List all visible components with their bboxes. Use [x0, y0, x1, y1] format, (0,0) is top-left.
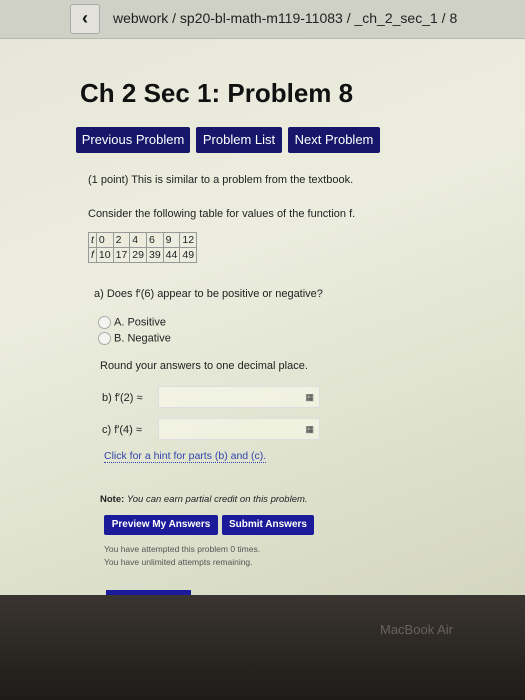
option-positive[interactable]: A. Positive	[98, 316, 166, 329]
table-cell: 9	[162, 232, 181, 248]
problem-consider: Consider the following table for values …	[88, 208, 356, 220]
part-a-question: a) Does f′(6) appear to be positive or n…	[94, 288, 323, 300]
table-cell: 2	[112, 232, 131, 248]
option-label: A. Positive	[114, 316, 166, 329]
chevron-left-icon: ‹	[82, 8, 88, 28]
note-text: You can earn partial credit on this prob…	[126, 494, 308, 505]
hint-link[interactable]: Click for a hint for parts (b) and (c).	[104, 450, 267, 463]
option-negative[interactable]: B. Negative	[98, 332, 171, 345]
radio-positive[interactable]	[98, 316, 111, 329]
round-instruction: Round your answers to one decimal place.	[100, 360, 308, 372]
option-label: B. Negative	[114, 332, 171, 345]
note-label: Note:	[100, 494, 125, 505]
table-cell: 12	[179, 232, 198, 248]
table-row: f 10 17 29 39 44 49	[88, 247, 198, 263]
radio-negative[interactable]	[98, 332, 111, 345]
bezel-label: MacBook Air	[380, 622, 453, 637]
part-b-label: b) f′(2) ≈	[102, 392, 143, 404]
table-cell: 44	[162, 247, 181, 263]
submit-answers-button[interactable]: Submit Answers	[222, 515, 314, 535]
part-b-input[interactable]: ▦	[158, 386, 320, 408]
table-cell: 0	[95, 232, 114, 248]
part-c-input[interactable]: ▦	[158, 418, 320, 440]
note: Note: You can earn partial credit on thi…	[100, 494, 308, 505]
back-button[interactable]: ‹	[70, 4, 100, 34]
table-cell: 6	[145, 232, 164, 248]
address-bar: ‹ webwork / sp20-bl-math-m119-11083 / _c…	[0, 0, 525, 39]
browser-screen: ‹ webwork / sp20-bl-math-m119-11083 / _c…	[0, 0, 525, 595]
attempts-text: You have attempted this problem 0 times.	[104, 544, 261, 554]
table-cell: 39	[145, 247, 164, 263]
previous-problem-button[interactable]: Previous Problem	[76, 127, 190, 153]
row-header: f	[88, 247, 97, 263]
page-title: Ch 2 Sec 1: Problem 8	[80, 78, 354, 108]
problem-list-button[interactable]: Problem List	[196, 127, 282, 153]
row-header: t	[88, 232, 97, 248]
remaining-text: You have unlimited attempts remaining.	[104, 557, 253, 567]
table-row: t 0 2 4 6 9 12	[88, 232, 198, 248]
laptop-bezel: MacBook Air	[0, 595, 525, 700]
table-cell: 4	[129, 232, 147, 248]
part-c-label: c) f′(4) ≈	[102, 424, 142, 436]
breadcrumb[interactable]: webwork / sp20-bl-math-m119-11083 / _ch_…	[113, 10, 457, 26]
values-table: t 0 2 4 6 9 12 f 10 17 29 39 44 49	[88, 232, 198, 263]
table-cell: 29	[129, 247, 147, 263]
equation-editor-icon[interactable]: ▦	[305, 424, 313, 435]
next-problem-button[interactable]: Next Problem	[288, 127, 380, 153]
equation-editor-icon[interactable]: ▦	[305, 392, 313, 403]
preview-answers-button[interactable]: Preview My Answers	[104, 515, 218, 535]
table-cell: 10	[95, 247, 114, 263]
problem-intro: (1 point) This is similar to a problem f…	[88, 174, 354, 186]
table-cell: 17	[112, 247, 131, 263]
table-cell: 49	[179, 247, 198, 263]
